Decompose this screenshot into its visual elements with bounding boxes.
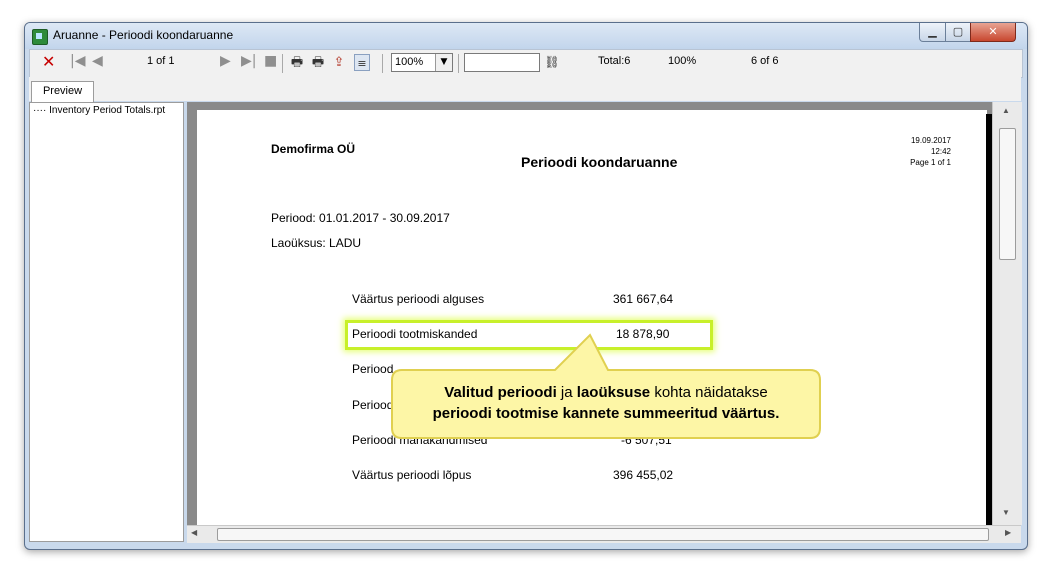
callout-bold: perioodi tootmise kannete summeeritud vä… [432,405,780,422]
callout-bold: Valitud perioodi [444,384,557,401]
callout-text: Valitud perioodi ja laoüksuse kohta näid… [376,382,836,424]
callout-bold: laoüksuse [576,384,651,401]
callout-text-part: ja [556,384,577,401]
callout-text-part: kohta näidatakse [650,384,768,401]
callout-bubble [391,333,821,439]
